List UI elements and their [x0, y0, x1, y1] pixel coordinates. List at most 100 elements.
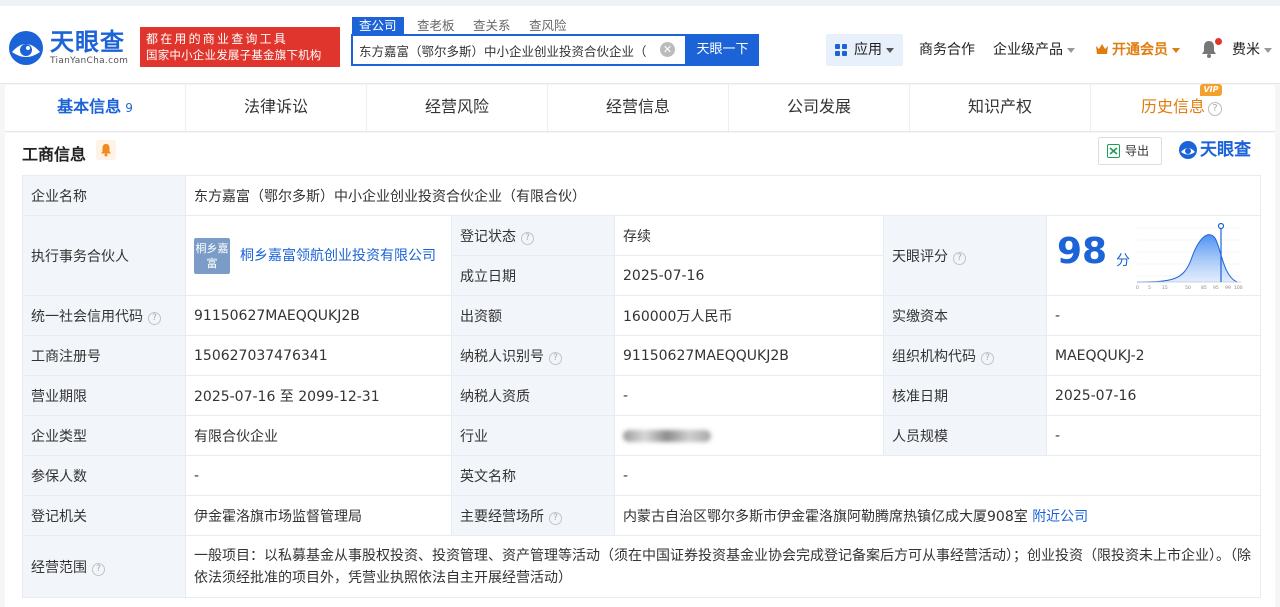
partner-logo: 桐乡嘉富 — [194, 237, 230, 274]
company-name-value: 东方嘉富（鄂尔多斯）中小企业创业投资合伙企业（有限合伙） — [184, 175, 1262, 216]
tab-history[interactable]: 历史信息? — [1091, 85, 1272, 131]
search-tab-risk[interactable]: 查风险 — [522, 17, 574, 34]
reg-no-value: 150627037476341 — [185, 335, 452, 376]
english-name-value: - — [613, 455, 1262, 496]
tab-basic-info[interactable]: 基本信息 9 — [5, 85, 186, 131]
chevron-down-icon — [886, 47, 894, 53]
apps-label: 应用 — [854, 34, 894, 66]
scope-value: 一般项目：以私募基金从事股权投资、投资管理、资产管理等活动（须在中国证券投资基金… — [184, 535, 1262, 598]
insured-label: 参保人数 — [22, 455, 186, 496]
apps-menu-button[interactable]: 应用 — [826, 34, 903, 66]
search-tab-boss[interactable]: 查老板 — [410, 17, 462, 34]
help-icon[interactable]: ? — [981, 351, 994, 365]
tab-legal[interactable]: 法律诉讼 — [186, 85, 367, 131]
excel-icon — [1107, 144, 1120, 158]
score-value: 98 — [1057, 231, 1108, 272]
authority-value: 伊金霍洛旗市场监督管理局 — [185, 495, 452, 536]
tianyancha-logo-icon — [1179, 141, 1197, 159]
table-row: 参保人数 - 英文名称 - — [22, 455, 1262, 496]
site-logo[interactable]: 天眼查 TianYanCha.com — [6, 28, 134, 68]
paid-capital-label: 实缴资本 — [883, 295, 1047, 336]
table-row: 营业期限 2025-07-16 至 2099-12-31 纳税人资质 - 核准日… — [22, 375, 1262, 416]
credit-code-value: 91150627MAEQQUKJ2B — [185, 295, 452, 336]
follow-bell-button[interactable] — [96, 140, 116, 160]
chevron-down-icon — [1264, 47, 1272, 53]
help-icon[interactable]: ? — [549, 511, 562, 525]
industry-label: 行业 — [451, 415, 615, 456]
tab-operation-info[interactable]: 经营信息 — [548, 85, 729, 131]
score-axis-tick: 15 — [1162, 285, 1168, 291]
score-axis-tick: 100 — [1234, 285, 1243, 291]
search-button[interactable]: 天眼一下 — [686, 34, 759, 66]
table-row: 执行事务合伙人 桐乡嘉富 桐乡嘉富领航创业投资有限公司 登记状态? 存续 天眼评分… — [22, 215, 1262, 296]
help-icon[interactable]: ? — [549, 351, 562, 365]
score-axis-tick: 50 — [1185, 285, 1191, 291]
open-vip-menu[interactable]: 开通会员 — [1095, 40, 1180, 60]
tab-operation-risk[interactable]: 经营风险 — [367, 85, 548, 131]
approve-date-label: 核准日期 — [883, 375, 1047, 416]
tab-development[interactable]: 公司发展 — [729, 85, 910, 131]
partner-cell: 桐乡嘉富 桐乡嘉富领航创业投资有限公司 — [185, 215, 452, 296]
scope-label: 经营范围? — [22, 535, 186, 598]
company-type-value: 有限合伙企业 — [185, 415, 452, 456]
reg-status-label: 登记状态? — [451, 215, 615, 256]
table-row: 企业类型 有限合伙企业 行业 人员规模 - — [22, 415, 1262, 456]
search-tab-company[interactable]: 查公司 — [352, 17, 404, 34]
clear-search-icon[interactable]: ✕ — [660, 42, 675, 57]
bell-icon — [101, 144, 111, 157]
tianyancha-watermark: 天眼查 — [1178, 138, 1262, 164]
org-code-value: MAEQQUKJ-2 — [1045, 335, 1262, 376]
partner-link[interactable]: 桐乡嘉富领航创业投资有限公司 — [240, 248, 436, 264]
staff-size-label: 人员规模 — [883, 415, 1047, 456]
score-axis-tick: 95 — [1213, 285, 1219, 291]
staff-size-value: - — [1045, 415, 1262, 456]
user-menu[interactable]: 费米 — [1232, 40, 1272, 60]
enterprise-products-menu[interactable]: 企业级产品 — [993, 40, 1075, 60]
help-icon[interactable]: ? — [148, 311, 161, 325]
top-header: 天眼查 TianYanCha.com 都在用的商业查询工具 国家中小企业发展子基… — [0, 0, 1280, 84]
score-axis-tick: 99 — [1225, 285, 1231, 291]
business-info-panel: 工商信息 导出 天眼查 企业名称 东方嘉富（鄂尔多斯）中小企业创业投资合伙企业（… — [5, 133, 1275, 607]
capital-label: 出资额 — [451, 295, 615, 336]
vip-badge: VIP — [1200, 84, 1222, 96]
slogan-line-1: 都在用的商业查询工具 — [146, 32, 289, 46]
tab-count-badge: 9 — [125, 101, 133, 115]
score-axis-tick: 5 — [1148, 285, 1151, 291]
term-value: 2025-07-16 至 2099-12-31 — [185, 375, 452, 416]
approve-date-value: 2025-07-16 — [1045, 375, 1262, 416]
help-icon: ? — [1208, 102, 1222, 116]
english-name-label: 英文名称 — [451, 455, 615, 496]
score-axis-tick: 85 — [1201, 285, 1207, 291]
browser-strip — [0, 0, 1280, 6]
export-button[interactable]: 导出 — [1098, 137, 1162, 165]
score-cell[interactable]: 98 分 0 5 15 50 85 95 99 100 — [1045, 215, 1262, 296]
help-icon[interactable]: ? — [953, 251, 966, 265]
search-tab-relation[interactable]: 查关系 — [466, 17, 518, 34]
found-date-label: 成立日期 — [451, 255, 615, 296]
tianyancha-logo-icon — [9, 31, 43, 65]
slogan-line-2: 国家中小企业发展子基金旗下机构 — [146, 48, 322, 62]
notification-dot — [1215, 38, 1222, 45]
chevron-down-icon — [1067, 47, 1075, 53]
business-info-table: 企业名称 东方嘉富（鄂尔多斯）中小企业创业投资合伙企业（有限合伙） 执行事务合伙… — [22, 175, 1262, 598]
paid-capital-value: - — [1045, 295, 1262, 336]
search-input[interactable] — [353, 36, 653, 64]
taxpayer-id-label: 纳税人识别号? — [451, 335, 615, 376]
industry-value — [614, 415, 884, 456]
crown-icon — [1096, 44, 1108, 54]
help-icon[interactable]: ? — [521, 231, 534, 245]
logo-text: 天眼查 — [50, 28, 125, 56]
reg-status-value: 存续 — [614, 215, 884, 256]
company-name-label: 企业名称 — [22, 175, 186, 216]
table-row: 工商注册号 150627037476341 纳税人识别号? 91150627MA… — [22, 335, 1262, 376]
help-icon[interactable]: ? — [92, 562, 105, 576]
tab-ip[interactable]: 知识产权 — [910, 85, 1091, 131]
business-coop-link[interactable]: 商务合作 — [919, 40, 975, 60]
company-type-label: 企业类型 — [22, 415, 186, 456]
table-row: 统一社会信用代码? 91150627MAEQQUKJ2B 出资额 160000万… — [22, 295, 1262, 336]
table-row: 登记机关 伊金霍洛旗市场监督管理局 主要经营场所? 内蒙古自治区鄂尔多斯市伊金霍… — [22, 495, 1262, 536]
nearby-companies-link[interactable]: 附近公司 — [1032, 509, 1088, 525]
table-row: 企业名称 东方嘉富（鄂尔多斯）中小企业创业投资合伙企业（有限合伙） — [22, 175, 1262, 216]
chevron-down-icon — [1172, 47, 1180, 53]
reg-no-label: 工商注册号 — [22, 335, 186, 376]
